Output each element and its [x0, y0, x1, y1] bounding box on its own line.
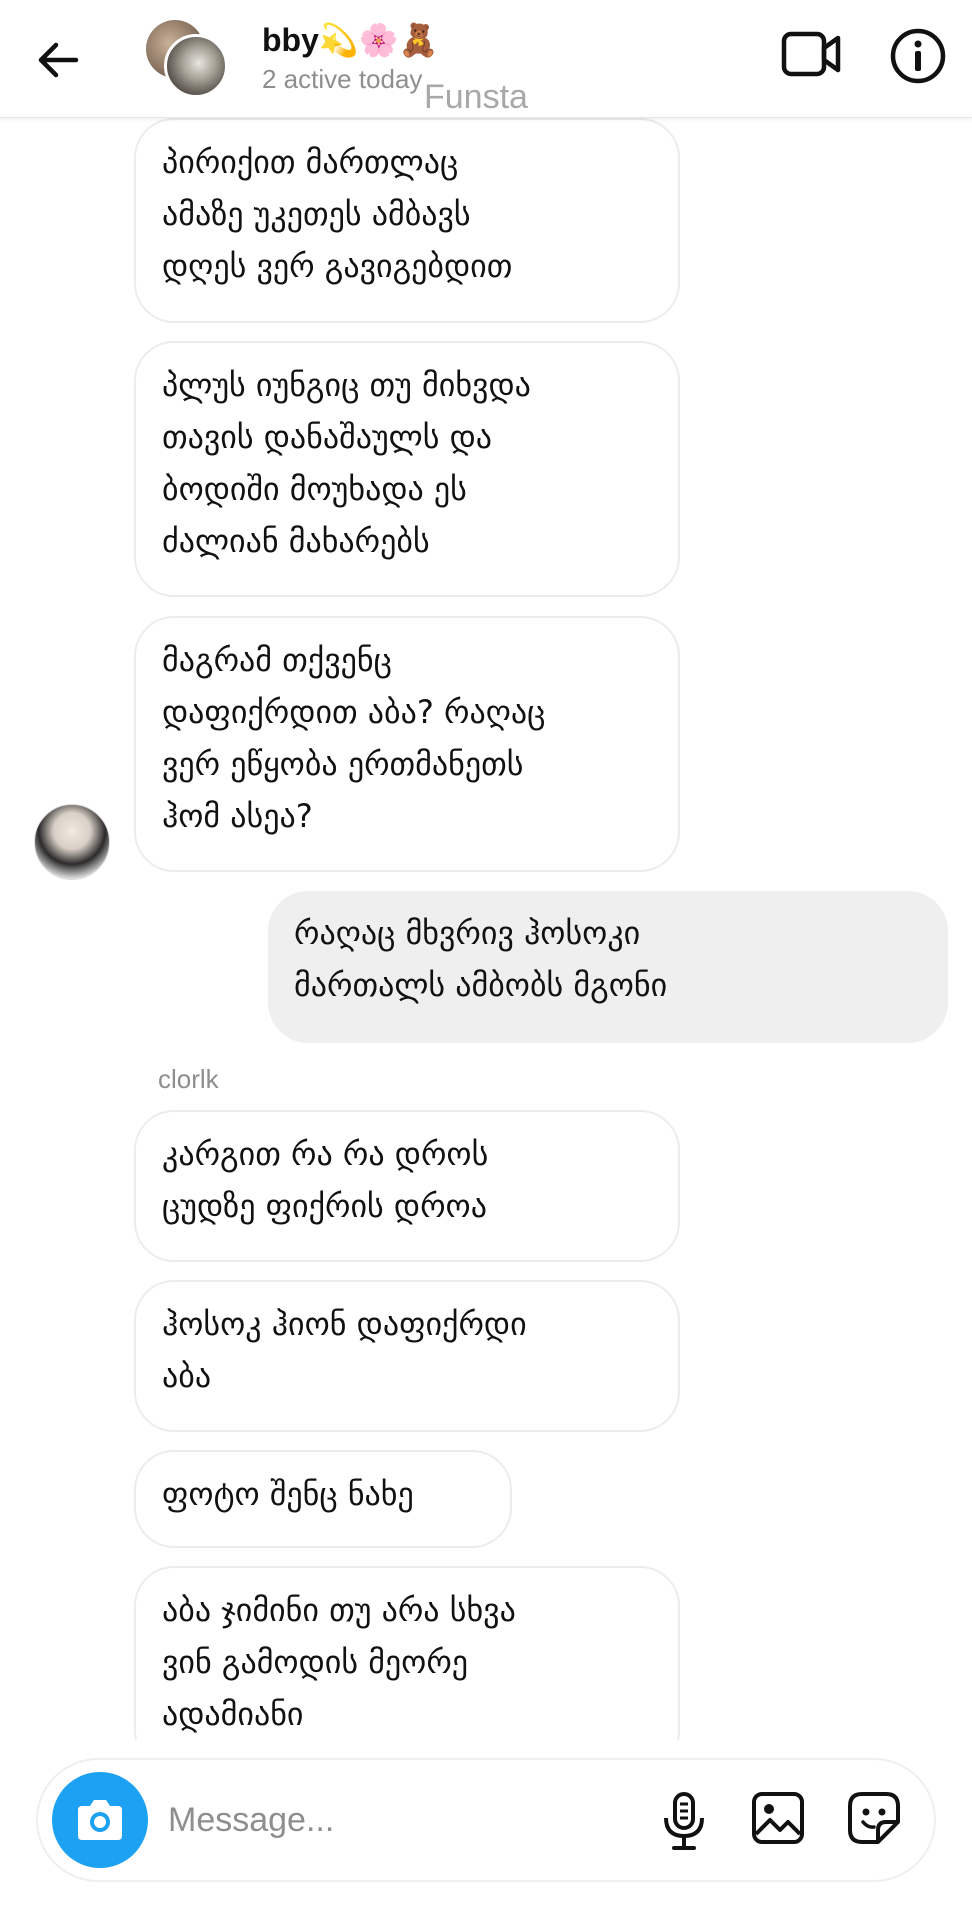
- camera-button[interactable]: [52, 1772, 148, 1868]
- back-button[interactable]: [30, 30, 90, 90]
- video-call-button[interactable]: [780, 26, 844, 82]
- message-bubble[interactable]: აბა ჯიმინი თუ არა სხვა ვინ გამოდის მეორე…: [134, 1566, 680, 1740]
- video-camera-icon: [781, 31, 841, 77]
- message-bubble-outgoing[interactable]: რაღაც მხვრივ ჰოსოკი მართალს ამბობს მგონი: [268, 891, 948, 1043]
- message-thread[interactable]: პირიქით მართლაც ამაზე უკეთეს ამბავს დღეს…: [0, 118, 972, 1740]
- message-composer: [36, 1758, 936, 1882]
- arrow-left-icon: [38, 42, 79, 78]
- chat-header: bby💫🌸🧸 2 active today Funsta: [0, 0, 972, 118]
- message-bubble[interactable]: პირიქით მართლაც ამაზე უკეთეს ამბავს დღეს…: [134, 118, 680, 323]
- camera-icon: [78, 1800, 122, 1840]
- sticker-icon: [848, 1792, 900, 1844]
- message-bubble[interactable]: მაგრამ თქვენც დაფიქრდით აბა? რაღაც ვერ ე…: [134, 616, 680, 872]
- sender-name: clorlk: [158, 1064, 219, 1094]
- info-icon: [890, 28, 946, 84]
- watermark: Funsta: [424, 78, 528, 116]
- avatar: [164, 34, 228, 98]
- image-icon: [752, 1792, 804, 1844]
- voice-message-button[interactable]: [656, 1790, 712, 1852]
- active-status: 2 active today: [262, 64, 423, 94]
- sticker-button[interactable]: [846, 1790, 902, 1846]
- chat-title-block[interactable]: bby💫🌸🧸 2 active today: [262, 20, 438, 96]
- info-button[interactable]: [888, 26, 948, 86]
- group-avatar[interactable]: [146, 18, 246, 98]
- message-bubble[interactable]: კარგით რა რა დროს ცუდზე ფიქრის დროა: [134, 1110, 680, 1262]
- sender-avatar[interactable]: [34, 804, 110, 880]
- gallery-button[interactable]: [750, 1790, 806, 1846]
- message-bubble[interactable]: ჰოსოკ ჰიონ დაფიქრდი აბა: [134, 1280, 680, 1432]
- microphone-icon: [664, 1792, 704, 1850]
- chat-title: bby💫🌸🧸: [262, 22, 439, 58]
- message-bubble[interactable]: ფოტო შენც ნახე: [134, 1450, 512, 1548]
- message-input[interactable]: [168, 1790, 648, 1850]
- message-bubble[interactable]: პლუს იუნგიც თუ მიხვდა თავის დანაშაულს და…: [134, 341, 680, 597]
